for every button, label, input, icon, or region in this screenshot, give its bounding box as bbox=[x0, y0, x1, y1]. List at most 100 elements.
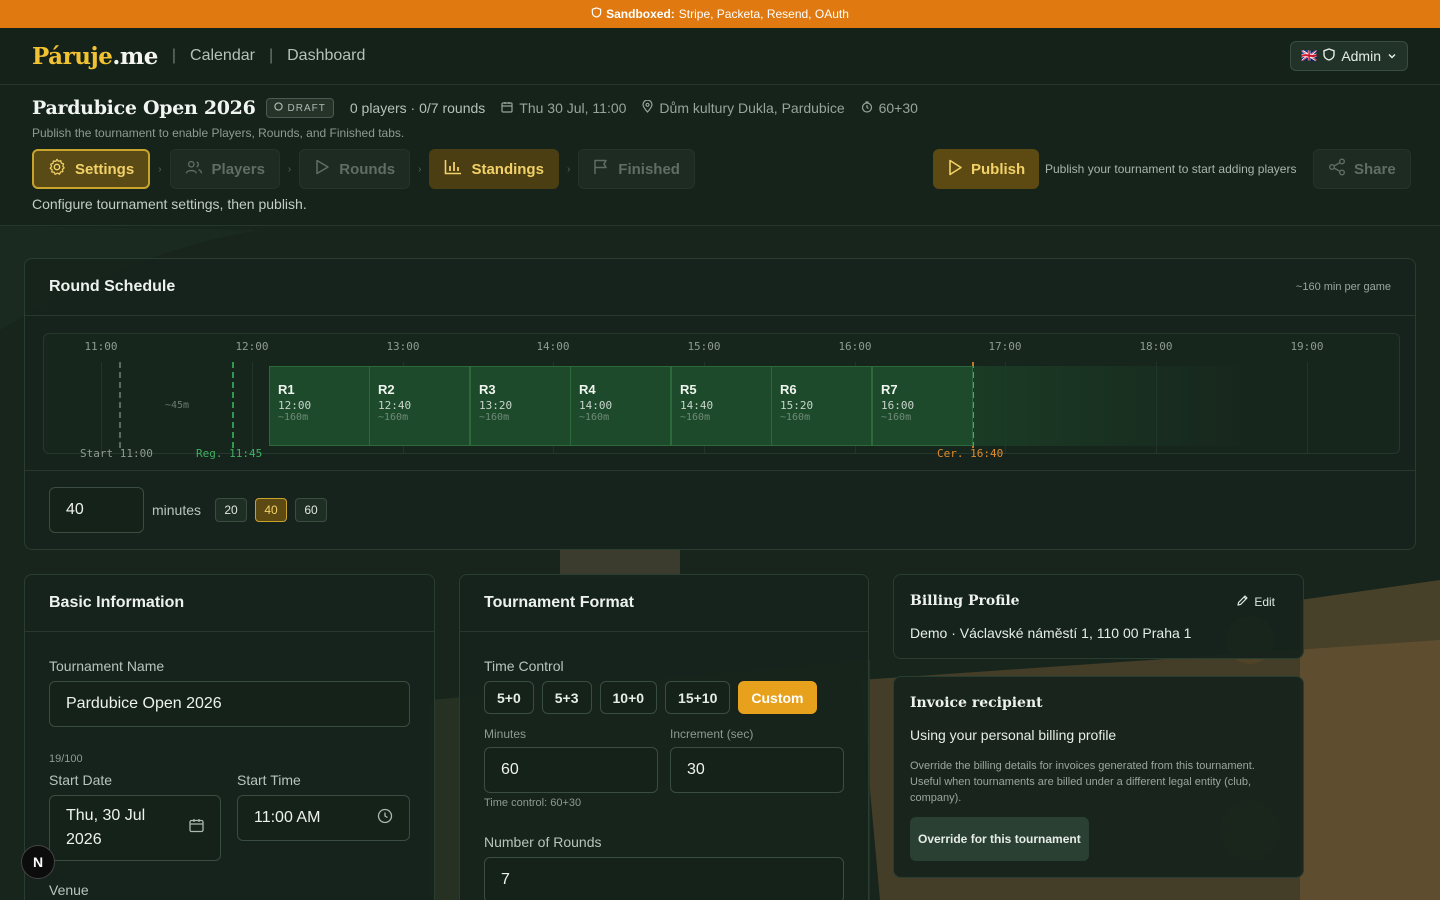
tournament-name-label: Tournament Name bbox=[49, 658, 165, 674]
tab-finished[interactable]: Finished bbox=[578, 149, 695, 189]
round-time: 16:00 bbox=[881, 399, 915, 412]
tab-standings[interactable]: Standings bbox=[429, 149, 559, 189]
hour-label: 17:00 bbox=[988, 340, 1022, 353]
status-badge: DRAFT bbox=[265, 98, 334, 118]
tab-separator-icon: › bbox=[418, 163, 422, 175]
schedule-timeline: 11:00 12:00 13:00 14:00 15:00 16:00 17:0… bbox=[43, 333, 1400, 454]
round-name: R7 bbox=[881, 382, 898, 397]
share-button[interactable]: Share bbox=[1313, 149, 1411, 189]
tab-settings-label: Settings bbox=[75, 160, 135, 178]
round-block[interactable]: R3 13:20 ~160m bbox=[470, 366, 571, 446]
billing-edit-button[interactable]: Edit bbox=[1236, 594, 1275, 610]
tab-separator-icon: › bbox=[287, 163, 292, 175]
override-billing-button[interactable]: Override for this tournament bbox=[910, 817, 1089, 861]
round-name: R3 bbox=[479, 382, 496, 397]
hour-label: 11:00 bbox=[84, 340, 118, 353]
start-date-value: Thu, 30 Jul 2026 bbox=[66, 807, 146, 848]
round-duration: ~160m bbox=[579, 412, 610, 423]
round-time: 14:40 bbox=[680, 399, 714, 412]
round-block[interactable]: R2 12:40 ~160m bbox=[369, 366, 470, 446]
round-gap-input[interactable]: 40 bbox=[49, 487, 144, 533]
round-gap-control: 40 minutes 20 40 60 bbox=[49, 487, 328, 533]
publish-hint: Publish the tournament to enable Players… bbox=[32, 126, 405, 140]
top-nav: Páruje.me | Calendar | Dashboard 🇬🇧 Admi… bbox=[0, 28, 1440, 85]
start-date-label: Start Date bbox=[49, 772, 113, 788]
nav-divider: | bbox=[268, 47, 274, 64]
tournament-format-title: Tournament Format bbox=[460, 575, 868, 632]
players-rounds-count: 0 players · 0/7 rounds bbox=[349, 100, 486, 116]
tournament-name-counter: 19/100 bbox=[49, 753, 83, 765]
draft-icon bbox=[273, 102, 283, 114]
round-block[interactable]: R1 12:00 ~160m bbox=[269, 366, 370, 446]
time-control-custom-button[interactable]: Custom bbox=[738, 681, 817, 714]
preset-60-button[interactable]: 60 bbox=[295, 498, 328, 522]
chevron-down-icon bbox=[1387, 48, 1397, 64]
round-block[interactable]: R7 16:00 ~160m bbox=[872, 366, 973, 446]
minutes-label: Minutes bbox=[484, 727, 527, 741]
brand-logo[interactable]: Páruje.me bbox=[32, 43, 158, 70]
sandbox-label: Sandboxed: bbox=[606, 7, 675, 21]
increment-label: Increment (sec) bbox=[670, 727, 754, 741]
uk-flag-icon: 🇬🇧 bbox=[1301, 48, 1318, 63]
publish-button[interactable]: Publish bbox=[933, 149, 1040, 189]
dev-tools-badge[interactable]: N bbox=[21, 845, 55, 879]
venue-label: Venue bbox=[49, 882, 89, 898]
round-block[interactable]: R5 14:40 ~160m bbox=[671, 366, 772, 446]
round-block[interactable]: R4 14:00 ~160m bbox=[570, 366, 671, 446]
start-date-input[interactable]: Thu, 30 Jul 2026 bbox=[49, 795, 221, 861]
tournament-name-input[interactable]: Pardubice Open 2026 bbox=[49, 681, 410, 727]
tab-players[interactable]: Players bbox=[169, 149, 280, 189]
nav-link-calendar[interactable]: Calendar bbox=[190, 47, 255, 65]
time-control-10-0-button[interactable]: 10+0 bbox=[599, 681, 658, 714]
invoice-using-text: Using your personal billing profile bbox=[910, 727, 1117, 743]
hour-label: 15:00 bbox=[687, 340, 721, 353]
invoice-description: Override the billing details for invoice… bbox=[910, 760, 1255, 804]
round-name: R6 bbox=[780, 382, 797, 397]
time-control-5-0-button[interactable]: 5+0 bbox=[484, 681, 534, 714]
start-marker bbox=[119, 362, 121, 448]
bar-chart-icon bbox=[444, 159, 462, 179]
start-time-value: 11:00 AM bbox=[254, 809, 321, 826]
clock-icon bbox=[861, 100, 873, 116]
round-duration: ~160m bbox=[278, 412, 309, 423]
hour-label: 16:00 bbox=[838, 340, 872, 353]
hour-label: 13:00 bbox=[386, 340, 420, 353]
tab-rounds[interactable]: Rounds bbox=[299, 149, 411, 189]
tab-settings[interactable]: Settings bbox=[32, 149, 151, 189]
increment-input[interactable]: 30 bbox=[670, 747, 844, 793]
share-label: Share bbox=[1354, 160, 1396, 178]
page-subtitle: Configure tournament settings, then publ… bbox=[32, 196, 307, 212]
time-control-options: 5+0 5+3 10+0 15+10 Custom bbox=[484, 681, 817, 714]
preset-40-button[interactable]: 40 bbox=[255, 498, 288, 522]
tab-rounds-label: Rounds bbox=[339, 160, 396, 178]
round-duration: ~160m bbox=[680, 412, 711, 423]
start-label: Start 11:00 bbox=[80, 447, 153, 460]
round-time: 15:20 bbox=[780, 399, 814, 412]
calendar-icon bbox=[189, 818, 204, 838]
time-control-5-3-button[interactable]: 5+3 bbox=[541, 681, 592, 714]
round-name: R4 bbox=[579, 382, 596, 397]
round-name: R1 bbox=[278, 382, 295, 397]
time-control-15-10-button[interactable]: 15+10 bbox=[665, 681, 731, 714]
round-time: 13:20 bbox=[479, 399, 513, 412]
number-of-rounds-input[interactable]: 7 bbox=[484, 857, 844, 900]
timeline-gridline bbox=[1307, 362, 1308, 453]
start-time-input[interactable]: 11:00 AM bbox=[237, 795, 410, 841]
round-block[interactable]: R6 15:20 ~160m bbox=[771, 366, 872, 446]
billing-edit-label: Edit bbox=[1254, 595, 1275, 609]
shield-icon bbox=[1323, 48, 1336, 64]
minutes-input[interactable]: 60 bbox=[484, 747, 658, 793]
tab-finished-label: Finished bbox=[618, 160, 680, 178]
tournament-tabs: Settings › Players › Rounds › Standings … bbox=[32, 149, 695, 189]
billing-profile-card: Billing Profile Edit Demo · Václavské ná… bbox=[893, 574, 1304, 659]
hour-label: 14:00 bbox=[536, 340, 570, 353]
round-time: 12:00 bbox=[278, 399, 312, 412]
nav-link-dashboard[interactable]: Dashboard bbox=[287, 47, 365, 65]
sandbox-services: Stripe, Packeta, Resend, OAuth bbox=[678, 7, 849, 21]
tab-separator-icon: › bbox=[158, 163, 162, 175]
round-duration: ~160m bbox=[881, 412, 912, 423]
tab-standings-label: Standings bbox=[471, 160, 544, 178]
publish-button-hint: Publish your tournament to start adding … bbox=[1045, 162, 1297, 176]
preset-20-button[interactable]: 20 bbox=[215, 498, 248, 522]
admin-menu-button[interactable]: 🇬🇧 Admin bbox=[1290, 41, 1408, 71]
